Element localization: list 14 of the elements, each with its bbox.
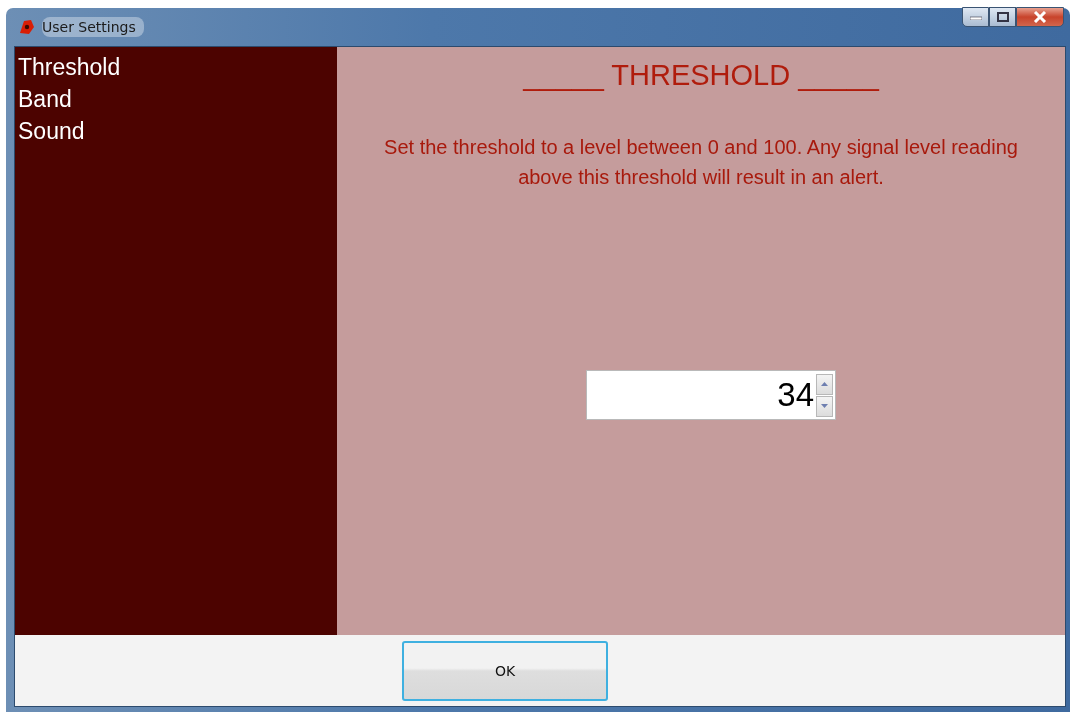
maximize-icon: [996, 12, 1009, 22]
minimize-button[interactable]: [962, 7, 989, 27]
sidebar-item[interactable]: Band: [18, 83, 334, 115]
ok-button[interactable]: OK: [402, 640, 608, 701]
close-button[interactable]: [1016, 7, 1064, 27]
window-title: User Settings: [42, 17, 144, 37]
maximize-button[interactable]: [989, 7, 1016, 27]
close-icon: [1033, 11, 1047, 23]
section-heading: _____ THRESHOLD _____: [523, 59, 879, 92]
app-icon: [18, 18, 36, 36]
sidebar-item[interactable]: Sound: [18, 115, 334, 147]
description-text: Set the threshold to a level between 0 and 100. Any signal level reading above this threshold will result in an alert.: [383, 135, 1019, 190]
minimize-icon: [969, 14, 982, 20]
sidebar-item[interactable]: Threshold: [18, 51, 334, 83]
